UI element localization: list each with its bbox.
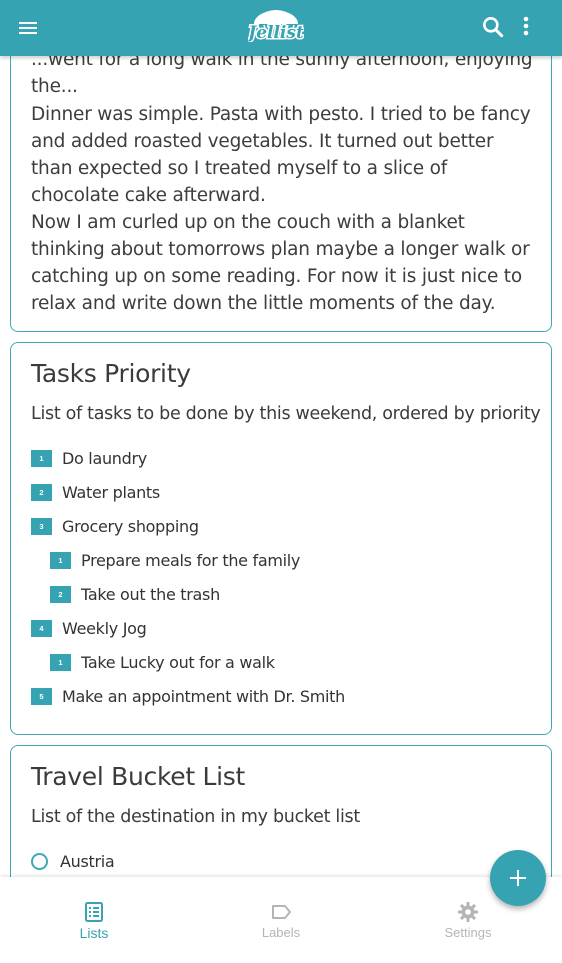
- card-title: Travel Bucket List: [31, 762, 246, 791]
- gear-icon: [458, 902, 478, 922]
- priority-badge: 1: [50, 653, 71, 671]
- more-vert-icon: [523, 16, 529, 36]
- travel-bucket-list-card[interactable]: Travel Bucket List List of the destinati…: [10, 745, 552, 877]
- sub-list-item[interactable]: 2 Take out the trash: [50, 583, 220, 605]
- sub-list-item[interactable]: 1 Prepare meals for the family: [50, 549, 300, 571]
- card-subtitle: List of the destination in my bucket lis…: [31, 807, 360, 827]
- task-label: Prepare meals for the family: [81, 550, 301, 570]
- nav-lists[interactable]: Lists: [34, 901, 154, 949]
- nav-settings[interactable]: Settings: [408, 901, 528, 949]
- task-label: Make an appointment with Dr. Smith: [62, 686, 345, 706]
- priority-badge: 4: [31, 619, 52, 637]
- nav-label: Labels: [261, 925, 301, 940]
- list-item[interactable]: 2 Water plants: [31, 481, 160, 503]
- task-label: Water plants: [62, 482, 160, 502]
- checklist-label: Austria: [60, 851, 115, 871]
- menu-icon: [19, 22, 37, 34]
- task-label: Take out the trash: [81, 584, 220, 604]
- task-label: Grocery shopping: [62, 516, 199, 536]
- bottom-navigation: Lists Labels Settings: [0, 877, 562, 963]
- nav-label: Settings: [444, 925, 492, 940]
- checkbox-circle-icon[interactable]: [31, 852, 48, 870]
- note-partial-line: ...went for a long walk in the sunny aft…: [31, 56, 533, 97]
- list-icon: [85, 902, 103, 922]
- card-title: Tasks Priority: [31, 359, 191, 388]
- list-item[interactable]: 1 Do laundry: [31, 447, 147, 469]
- priority-badge: 1: [50, 551, 71, 569]
- task-label: Take Lucky out for a walk: [81, 652, 275, 672]
- priority-badge: 1: [31, 449, 52, 467]
- tasks-priority-card[interactable]: Tasks Priority List of tasks to be done …: [10, 342, 552, 735]
- add-list-button[interactable]: [490, 850, 546, 906]
- app-bar: Jellist: [0, 0, 562, 56]
- priority-badge: 3: [31, 517, 52, 535]
- search-icon: [483, 17, 504, 38]
- plus-icon: [510, 870, 526, 886]
- task-label: Weekly Jog: [62, 618, 147, 638]
- list-item[interactable]: 3 Grocery shopping: [31, 515, 199, 537]
- svg-text:Jellist: Jellist: [248, 23, 304, 42]
- lists-container[interactable]: ...went for a long walk in the sunny aft…: [0, 56, 562, 877]
- note-paragraph: Dinner was simple. Pasta with pesto. I t…: [31, 104, 531, 206]
- checklist-item[interactable]: Austria: [31, 850, 115, 872]
- search-button[interactable]: [480, 14, 506, 40]
- more-options-button[interactable]: [514, 14, 538, 40]
- nav-labels[interactable]: Labels: [221, 901, 341, 949]
- menu-button[interactable]: [16, 16, 40, 40]
- list-item[interactable]: 4 Weekly Jog: [31, 617, 147, 639]
- sub-list-item[interactable]: 1 Take Lucky out for a walk: [50, 651, 275, 673]
- priority-badge: 2: [31, 483, 52, 501]
- note-paragraph: Now I am curled up on the couch with a b…: [31, 212, 530, 314]
- priority-badge: 5: [31, 687, 52, 705]
- label-icon: [272, 905, 291, 919]
- app-logo: Jellist: [244, 8, 305, 45]
- list-item[interactable]: 5 Make an appointment with Dr. Smith: [31, 685, 345, 707]
- card-subtitle: List of tasks to be done by this weekend…: [31, 404, 541, 424]
- nav-label: Lists: [79, 925, 109, 941]
- note-card[interactable]: ...went for a long walk in the sunny aft…: [10, 56, 552, 332]
- priority-badge: 2: [50, 585, 71, 603]
- task-label: Do laundry: [62, 448, 147, 468]
